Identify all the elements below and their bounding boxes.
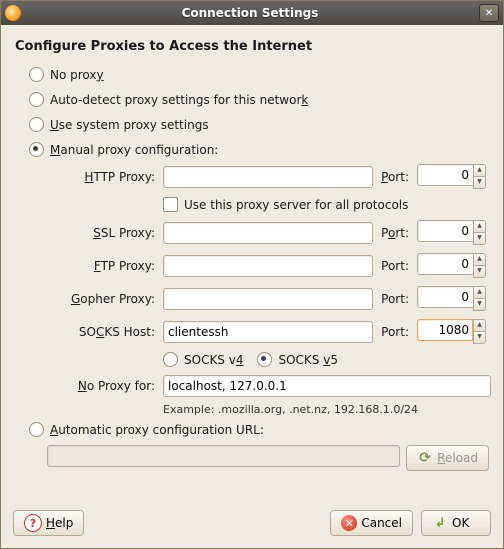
ftp-port-input[interactable] bbox=[417, 253, 473, 275]
no-proxy-example: Example: .mozilla.org, .net.nz, 192.168.… bbox=[163, 403, 491, 416]
radio-auto-detect[interactable] bbox=[29, 92, 44, 107]
radio-socks-v5[interactable] bbox=[257, 352, 272, 367]
radio-auto-config-url[interactable] bbox=[29, 422, 44, 437]
use-proxy-for-all-label[interactable]: Use this proxy server for all protocols bbox=[184, 198, 408, 212]
spin-down-icon[interactable]: ▼ bbox=[473, 176, 486, 189]
close-button[interactable]: ✕ bbox=[479, 4, 499, 22]
radio-socks-v4-label[interactable]: SOCKS v4 bbox=[184, 353, 243, 367]
radio-socks-v4[interactable] bbox=[163, 352, 178, 367]
radio-manual-proxy-label[interactable]: Manual proxy configuration: bbox=[50, 143, 218, 157]
socks-port-label: Port: bbox=[379, 325, 411, 339]
ssl-proxy-label: SSL Proxy: bbox=[93, 226, 157, 240]
no-proxy-for-label: No Proxy for: bbox=[78, 379, 157, 393]
gopher-port-spinner[interactable]: ▲▼ bbox=[417, 286, 491, 311]
socks-port-spinner[interactable]: ▲▼ bbox=[417, 319, 491, 344]
http-proxy-input[interactable] bbox=[163, 166, 373, 188]
reload-icon: ⟳ bbox=[417, 450, 433, 466]
gopher-proxy-input[interactable] bbox=[163, 288, 373, 310]
spin-up-icon[interactable]: ▲ bbox=[473, 164, 486, 176]
cancel-button[interactable]: ✕Cancel bbox=[330, 510, 413, 536]
radio-manual-proxy[interactable] bbox=[29, 142, 44, 157]
http-port-input[interactable] bbox=[417, 164, 473, 186]
ftp-port-spinner[interactable]: ▲▼ bbox=[417, 253, 491, 278]
page-heading: Configure Proxies to Access the Internet bbox=[15, 39, 491, 54]
ftp-proxy-input[interactable] bbox=[163, 255, 373, 277]
gopher-proxy-label: Gopher Proxy: bbox=[71, 292, 157, 306]
ssl-port-label: Port: bbox=[379, 226, 411, 240]
radio-auto-detect-label[interactable]: Auto-detect proxy settings for this netw… bbox=[50, 93, 308, 107]
gopher-port-label: Port: bbox=[379, 292, 411, 306]
auto-config-url-input bbox=[47, 445, 400, 467]
cancel-icon: ✕ bbox=[341, 515, 357, 531]
http-proxy-label: HTTP Proxy: bbox=[84, 170, 157, 184]
socks-host-input[interactable] bbox=[163, 321, 373, 343]
ftp-port-label: Port: bbox=[379, 259, 411, 273]
ssl-port-spinner[interactable]: ▲▼ bbox=[417, 220, 491, 245]
help-icon: ? bbox=[24, 514, 42, 532]
gopher-port-input[interactable] bbox=[417, 286, 473, 308]
radio-no-proxy-label[interactable]: No proxy bbox=[50, 68, 104, 82]
firefox-icon bbox=[5, 5, 21, 21]
ftp-proxy-label: FTP Proxy: bbox=[94, 259, 157, 273]
radio-auto-config-url-label[interactable]: Automatic proxy configuration URL: bbox=[50, 423, 264, 437]
dialog-footer: ?Help ✕Cancel ↲OK bbox=[1, 500, 503, 548]
http-port-spinner[interactable]: ▲▼ bbox=[417, 164, 491, 189]
radio-system-proxy[interactable] bbox=[29, 117, 44, 132]
http-port-label: Port: bbox=[379, 170, 411, 184]
connection-settings-dialog: Connection Settings ✕ Configure Proxies … bbox=[0, 0, 504, 549]
radio-no-proxy[interactable] bbox=[29, 67, 44, 82]
ssl-proxy-input[interactable] bbox=[163, 222, 373, 244]
socks-host-label: SOCKS Host: bbox=[79, 325, 157, 339]
ok-icon: ↲ bbox=[432, 515, 448, 531]
radio-socks-v5-label[interactable]: SOCKS v5 bbox=[278, 353, 338, 367]
ok-button[interactable]: ↲OK bbox=[421, 510, 491, 536]
radio-system-proxy-label[interactable]: Use system proxy settings bbox=[50, 118, 209, 132]
ssl-port-input[interactable] bbox=[417, 220, 473, 242]
reload-button: ⟳Reload bbox=[406, 445, 489, 471]
window-title: Connection Settings bbox=[21, 6, 479, 20]
no-proxy-for-input[interactable] bbox=[163, 375, 491, 397]
help-button[interactable]: ?Help bbox=[13, 510, 84, 536]
use-proxy-for-all-checkbox[interactable] bbox=[163, 197, 178, 212]
titlebar: Connection Settings ✕ bbox=[1, 1, 503, 25]
socks-port-input[interactable] bbox=[417, 319, 473, 341]
